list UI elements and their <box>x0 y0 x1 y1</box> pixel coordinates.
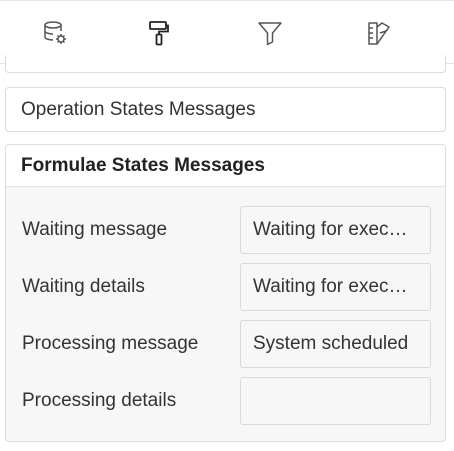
field-label: Processing details <box>22 390 177 411</box>
previous-section-edge <box>5 55 446 73</box>
field-processing-message: Processing message System scheduled <box>6 320 445 368</box>
field-label: Waiting details <box>22 276 145 297</box>
field-waiting-details: Waiting details Waiting for execution <box>6 263 445 311</box>
processing-message-input[interactable]: System scheduled <box>240 320 431 368</box>
field-label: Waiting message <box>22 219 168 240</box>
filter-icon <box>256 19 284 47</box>
field-processing-details: Processing details <box>6 377 445 425</box>
formatting-panel: Operation States Messages Formulae State… <box>0 0 454 451</box>
input-value: Waiting for execution <box>253 276 418 297</box>
waiting-details-input[interactable]: Waiting for execution <box>240 263 431 311</box>
database-settings-icon <box>41 19 69 47</box>
field-label: Processing message <box>22 333 199 354</box>
section-operation-states[interactable]: Operation States Messages <box>5 87 446 132</box>
section-title: Formulae States Messages <box>21 154 265 176</box>
field-waiting-message: Waiting message Waiting for execution <box>6 206 445 254</box>
processing-details-input[interactable] <box>240 377 431 425</box>
palette-ruler-icon <box>366 19 394 47</box>
paint-roller-icon <box>145 19 173 47</box>
section-formulae-states: Formulae States Messages Waiting message… <box>5 144 446 442</box>
waiting-message-input[interactable]: Waiting for execution <box>240 206 431 254</box>
section-title: Operation States Messages <box>21 98 256 120</box>
input-value: Waiting for execution <box>253 219 418 240</box>
section-header[interactable]: Formulae States Messages <box>6 145 445 187</box>
input-value: System scheduled <box>253 333 409 354</box>
